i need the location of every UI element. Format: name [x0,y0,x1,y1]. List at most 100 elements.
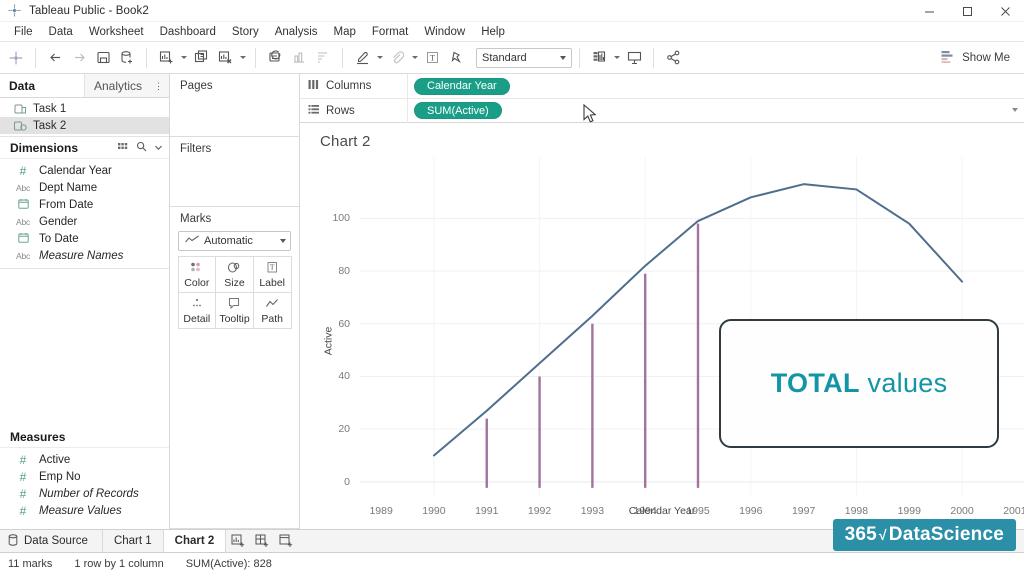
show-me-button[interactable]: Show Me [937,47,1014,69]
clear-sheet-caret[interactable] [237,47,248,69]
toolbar-separator [342,47,343,68]
rows-shelf[interactable]: Rows SUM(Active) [300,98,1024,123]
pause-updates-button[interactable] [287,46,311,70]
status-marks: 11 marks [8,558,53,570]
highlighter-caret[interactable] [374,47,385,69]
field-gender[interactable]: Abc Gender [0,213,169,230]
pill-sum-active[interactable]: SUM(Active) [414,102,502,119]
marks-detail-button[interactable]: Detail [177,291,217,329]
columns-shelf[interactable]: Columns Calendar Year [300,74,1024,98]
toolbar: T Standard Show Me [0,42,1024,74]
viz-area[interactable]: Chart 2 Active 0 20 40 60 80 100 1989 1990 1991… [300,123,1024,529]
rows-icon [308,104,320,118]
presentation-mode-button[interactable] [622,46,646,70]
new-worksheet-caret[interactable] [178,47,189,69]
field-label: Number of Records [39,487,139,500]
menu-format[interactable]: Format [364,24,416,40]
new-worksheet-button[interactable] [154,46,178,70]
pane-options-icon[interactable]: ⋮ [154,81,163,92]
highlighter-button[interactable] [350,46,374,70]
marks-path-button[interactable]: Path [252,291,292,329]
data-source-label: Task 2 [33,119,67,132]
size-icon [226,260,242,275]
menu-dashboard[interactable]: Dashboard [152,24,224,40]
clear-sheet-button[interactable] [213,46,237,70]
paperclip-caret[interactable] [409,47,420,69]
field-label: Calendar Year [39,164,112,177]
share-button[interactable] [661,46,685,70]
new-worksheet-button[interactable] [226,530,250,552]
menu-file[interactable]: File [6,24,41,40]
tableau-home-button[interactable] [4,46,28,70]
fit-select[interactable]: Standard [476,47,572,68]
title-bar: Tableau Public - Book2 [0,0,1024,22]
field-measure-names[interactable]: Abc Measure Names [0,247,169,264]
field-to-date[interactable]: To Date [0,230,169,247]
field-active[interactable]: # Active [0,451,169,468]
number-type-icon: # [19,163,27,178]
date-type-icon [14,198,32,211]
menu-help[interactable]: Help [473,24,513,40]
field-number-of-records[interactable]: # Number of Records [0,485,169,502]
paperclip-button[interactable] [385,46,409,70]
forward-button[interactable] [67,46,91,70]
sort-ascending-button[interactable] [311,46,335,70]
pin-axes-button[interactable] [444,46,468,70]
pill-calendar-year[interactable]: Calendar Year [414,77,510,95]
totals-button[interactable] [587,46,611,70]
search-icon[interactable] [136,141,147,155]
field-label: Emp No [39,470,81,483]
window-controls [910,0,1024,22]
sheet-tab-chart-1[interactable]: Chart 1 [103,530,164,552]
mark-type-select[interactable]: Automatic [178,231,291,251]
data-source-task-1[interactable]: Task 1 [0,100,169,117]
marks-color-button[interactable]: Color [177,255,217,293]
new-dashboard-button[interactable] [250,530,274,552]
path-icon [264,296,280,311]
chevron-down-icon[interactable] [154,141,163,155]
data-source-task-2[interactable]: Task 2 [0,117,169,134]
back-button[interactable] [43,46,67,70]
new-story-button[interactable] [274,530,298,552]
marks-button-label: Color [184,276,210,289]
duplicate-sheet-button[interactable] [189,46,213,70]
filters-card[interactable]: Filters [170,137,299,207]
menu-worksheet[interactable]: Worksheet [81,24,152,40]
marks-label-button[interactable]: T Label [252,255,292,293]
measures-title: Measures [10,429,66,444]
text-label-button[interactable]: T [420,46,444,70]
save-button[interactable] [91,46,115,70]
field-emp-no[interactable]: # Emp No [0,468,169,485]
tab-data[interactable]: Data [0,74,84,97]
menu-analysis[interactable]: Analysis [267,24,326,40]
show-me-label: Show Me [962,52,1010,64]
marks-card: Marks Automatic Color Size T Label Detai… [170,207,299,529]
maximize-button[interactable] [948,0,986,22]
menu-map[interactable]: Map [326,24,364,40]
add-data-source-button[interactable] [115,46,139,70]
refresh-data-source-button[interactable] [263,46,287,70]
menu-story[interactable]: Story [224,24,267,40]
group-by-folder-icon[interactable] [118,141,129,155]
pages-card[interactable]: Pages [170,74,299,137]
data-source-tab[interactable]: Data Source [0,530,103,552]
marks-tooltip-button[interactable]: Tooltip [215,291,254,329]
close-button[interactable] [986,0,1024,22]
field-dept-name[interactable]: Abc Dept Name [0,179,169,196]
number-type-icon: # [19,486,27,501]
callout-annotation: TOTAL values [719,318,1000,448]
cards-column: Pages Filters Marks Automatic Color Size… [170,74,300,529]
field-calendar-year[interactable]: # Calendar Year [0,162,169,179]
menu-window[interactable]: Window [416,24,473,40]
menu-data[interactable]: Data [41,24,81,40]
totals-caret[interactable] [611,47,622,69]
field-label: Dept Name [39,181,98,194]
rows-drop-zone[interactable]: SUM(Active) [408,102,1024,123]
minimize-button[interactable] [910,0,948,22]
field-measure-values[interactable]: # Measure Values [0,502,169,519]
rows-label-text: Rows [326,104,355,117]
sheet-tab-chart-2[interactable]: Chart 2 [163,530,227,552]
marks-size-button[interactable]: Size [215,255,254,293]
columns-drop-zone[interactable]: Calendar Year [408,77,1024,95]
field-from-date[interactable]: From Date [0,196,169,213]
